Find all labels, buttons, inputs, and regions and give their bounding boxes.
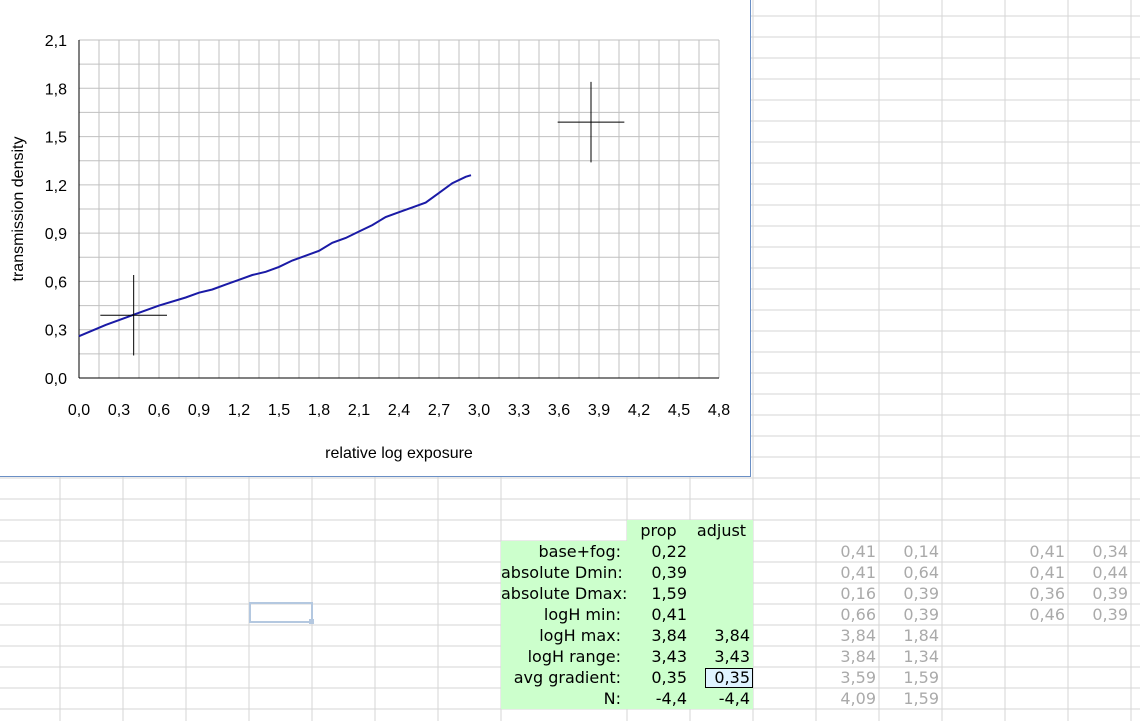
row-label[interactable]: logH min: [501,604,627,625]
aux1-col2-value[interactable]: 1,59 [879,688,942,709]
row-label[interactable]: base+fog: [501,541,627,562]
aux1-col1-value[interactable]: 3,84 [816,625,879,646]
x-tick-label: 4,5 [668,402,690,419]
y-tick-label: 0,3 [45,323,67,340]
row-label[interactable]: absolute Dmax: [501,583,627,604]
adjust-value[interactable] [690,604,753,625]
x-axis-title: relative log exposure [325,445,473,462]
adjust-value[interactable] [690,541,753,562]
aux1-col1-value[interactable]: 4,09 [816,688,879,709]
x-tick-label: 1,2 [228,402,250,419]
x-tick-label: 3,0 [468,402,490,419]
aux1-col1-value[interactable]: 0,66 [816,604,879,625]
prop-value[interactable]: -4,4 [627,688,690,709]
density-curve-line [78,174,472,338]
prop-value[interactable]: 0,41 [627,604,690,625]
x-tick-label: 1,5 [268,402,290,419]
fill-handle[interactable] [309,619,314,624]
aux2-col1-value[interactable]: 0,46 [1005,604,1068,625]
x-tick-label: 3,6 [548,402,570,419]
x-tick-label: 2,1 [348,402,370,419]
aux1-col1-value[interactable]: 0,41 [816,562,879,583]
x-tick-label: 4,2 [628,402,650,419]
row-label[interactable]: N: [501,688,627,709]
row-label[interactable]: logH max: [501,625,627,646]
aux1-col1-value[interactable]: 0,41 [816,541,879,562]
aux2-col1-value[interactable]: 0,41 [1005,541,1068,562]
aux1-col2-value[interactable]: 0,39 [879,604,942,625]
y-tick-label: 2,1 [45,33,67,50]
aux2-col2-value[interactable]: 0,39 [1068,604,1131,625]
aux2-col1-value[interactable]: 0,36 [1005,583,1068,604]
aux1-col2-value[interactable]: 1,59 [879,667,942,688]
x-tick-label: 2,7 [428,402,450,419]
x-tick-label: 3,3 [508,402,530,419]
prop-value[interactable]: 1,59 [627,583,690,604]
column-header-adjust[interactable]: adjust [690,520,753,541]
adjust-value[interactable]: -4,4 [690,688,753,709]
aux1-col1-value[interactable]: 3,59 [816,667,879,688]
adjust-value[interactable] [690,562,753,583]
x-tick-label: 1,8 [308,402,330,419]
series-group [78,174,472,338]
adjust-value[interactable]: 0,35 [690,667,753,688]
x-tick-label: 0,0 [68,402,90,419]
y-tick-label: 0,9 [45,226,67,243]
prop-value[interactable]: 3,43 [627,646,690,667]
x-tick-label: 3,9 [588,402,610,419]
aux2-col2-value[interactable]: 0,39 [1068,583,1131,604]
adjust-value[interactable]: 3,84 [690,625,753,646]
adjust-value[interactable] [690,583,753,604]
selected-cell[interactable] [249,602,314,624]
prop-value[interactable]: 3,84 [627,625,690,646]
plot-gridlines [78,39,720,379]
x-tick-label: 0,9 [188,402,210,419]
aux1-col2-value[interactable]: 0,64 [879,562,942,583]
prop-value[interactable]: 0,39 [627,562,690,583]
aux1-col2-value[interactable]: 1,84 [879,625,942,646]
aux1-col2-value[interactable]: 0,39 [879,583,942,604]
y-tick-label: 0,0 [45,371,67,388]
row-label[interactable]: avg gradient: [501,667,627,688]
aux2-col2-value[interactable]: 0,44 [1068,562,1131,583]
aux1-col1-value[interactable]: 3,84 [816,646,879,667]
chart-object[interactable]: 0,0 0,3 0,6 0,9 1,2 1,5 1,8 2,1 2,4 2,7 3,0 3,3 3,6 3… [0,0,751,477]
row-label[interactable]: absolute Dmin: [501,562,627,583]
y-tick-label: 1,2 [45,178,67,195]
adjust-value[interactable]: 3,43 [690,646,753,667]
y-tick-label: 1,8 [45,81,67,98]
tick-labels: 0,0 0,3 0,6 0,9 1,2 1,5 1,8 2,1 2,4 2,7 3,0 3,3 3,6 3… [45,33,730,419]
x-tick-label: 0,6 [148,402,170,419]
prop-value[interactable]: 0,35 [627,667,690,688]
spreadsheet-grid[interactable]: 0,0 0,3 0,6 0,9 1,2 1,5 1,8 2,1 2,4 2,7 3,0 3,3 3,6 3… [0,0,1140,721]
column-header-prop[interactable]: prop [627,520,690,541]
row-label[interactable]: logH range: [501,646,627,667]
x-tick-label: 2,4 [388,402,410,419]
aux1-col1-value[interactable]: 0,16 [816,583,879,604]
aux1-col2-value[interactable]: 1,34 [879,646,942,667]
characteristic-curve-chart: 0,0 0,3 0,6 0,9 1,2 1,5 1,8 2,1 2,4 2,7 3,0 3,3 3,6 3… [10,33,730,462]
aux2-col1-value[interactable]: 0,41 [1005,562,1068,583]
prop-value[interactable]: 0,22 [627,541,690,562]
aux1-col2-value[interactable]: 0,14 [879,541,942,562]
y-tick-label: 0,6 [45,274,67,291]
x-tick-label: 0,3 [108,402,130,419]
y-axis-title: transmission density [10,137,27,282]
x-tick-label: 4,8 [708,402,730,419]
y-tick-label: 1,5 [45,130,67,147]
aux2-col2-value[interactable]: 0,34 [1068,541,1131,562]
